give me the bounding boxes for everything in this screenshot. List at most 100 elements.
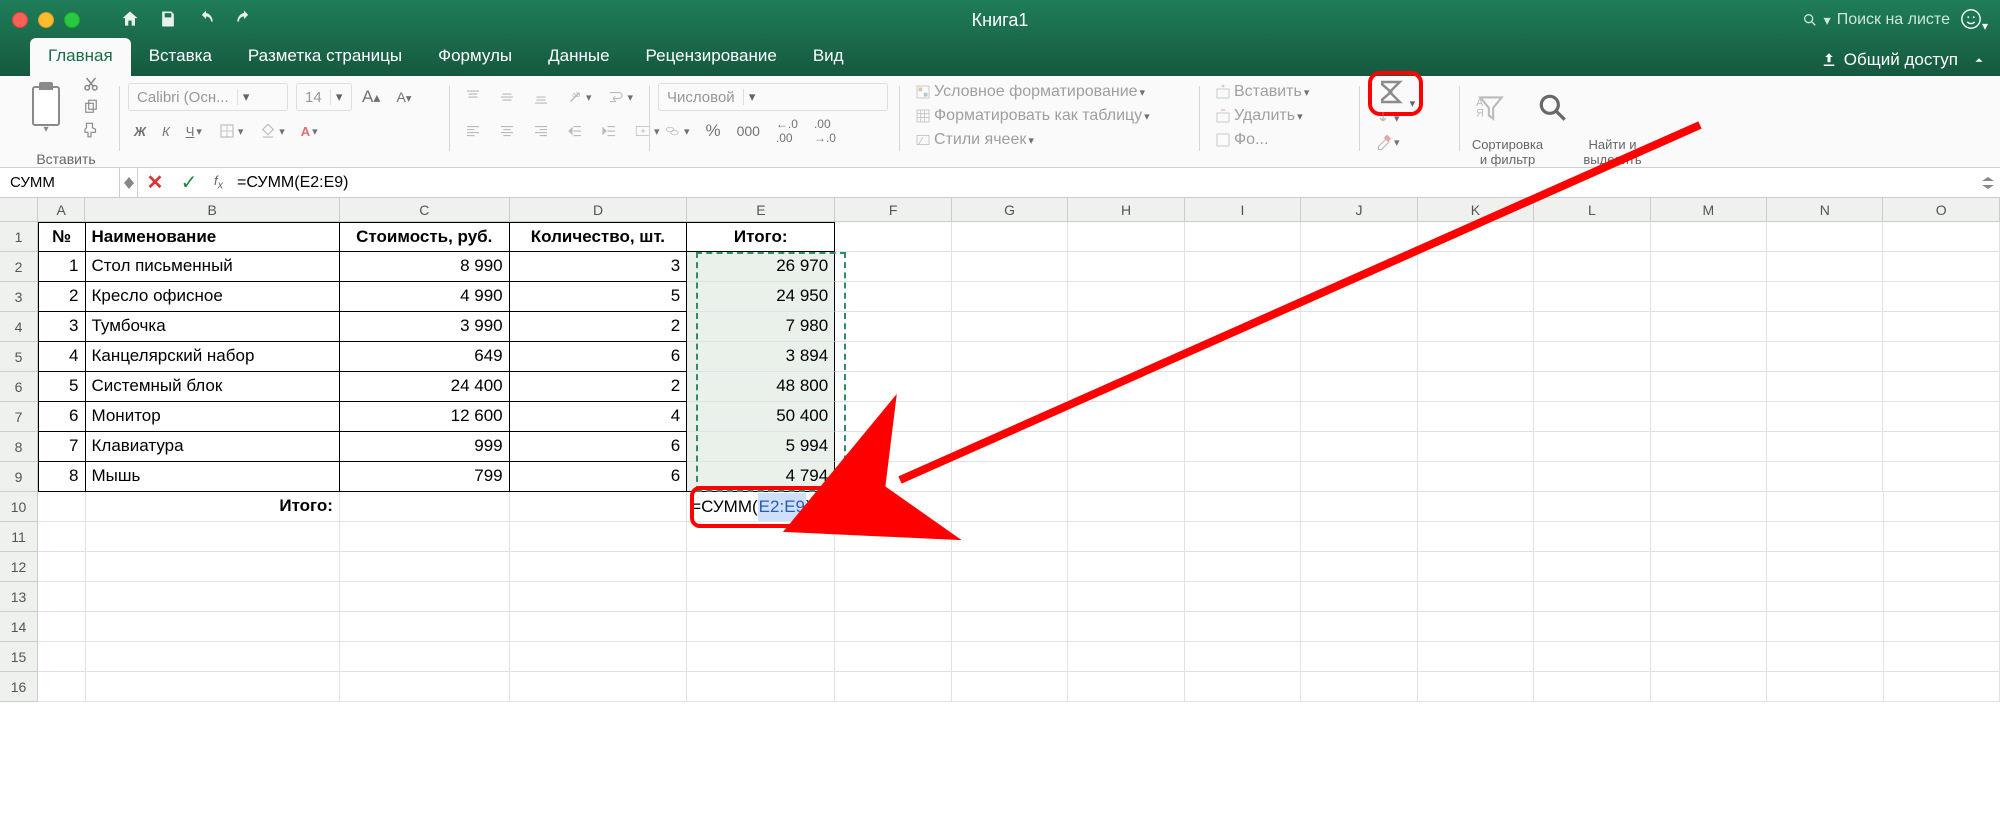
cell[interactable]	[1534, 372, 1650, 402]
cell[interactable]	[1418, 522, 1534, 552]
cell[interactable]	[1767, 552, 1883, 582]
cell[interactable]	[1068, 282, 1184, 312]
cell[interactable]	[1301, 642, 1417, 672]
cell[interactable]	[38, 672, 86, 702]
close-window-icon[interactable]	[12, 12, 28, 28]
cell[interactable]	[687, 582, 835, 612]
cell[interactable]	[1185, 312, 1301, 342]
cell[interactable]	[1185, 372, 1301, 402]
cell-cost[interactable]: 4 990	[340, 282, 510, 312]
cell[interactable]	[952, 672, 1068, 702]
cell-total[interactable]: 4 794	[687, 462, 835, 492]
redo-icon[interactable]	[234, 9, 254, 32]
cell[interactable]	[1883, 252, 1999, 282]
cell[interactable]	[1534, 342, 1650, 372]
sheet-search[interactable]: ▾ Поиск на листе	[1802, 11, 1950, 29]
col-header-H[interactable]: H	[1068, 198, 1184, 221]
cell[interactable]	[1418, 582, 1534, 612]
bold-button[interactable]: Ж	[128, 121, 152, 142]
cell[interactable]	[1418, 552, 1534, 582]
cell-qty[interactable]: 2	[510, 372, 688, 402]
cell[interactable]	[86, 582, 340, 612]
row-header-12[interactable]: 12	[0, 552, 37, 582]
cell[interactable]	[952, 642, 1068, 672]
cell-name[interactable]: Канцелярский набор	[86, 342, 340, 372]
cell[interactable]	[1884, 672, 2000, 702]
cell[interactable]	[835, 492, 951, 522]
cell[interactable]	[835, 642, 951, 672]
cell[interactable]	[1068, 612, 1184, 642]
percent-icon[interactable]: %	[699, 118, 726, 144]
cell[interactable]	[1185, 612, 1301, 642]
cell[interactable]	[1651, 642, 1767, 672]
align-right-icon[interactable]	[526, 119, 556, 143]
cell[interactable]	[510, 642, 688, 672]
cell[interactable]	[1651, 522, 1767, 552]
cell[interactable]	[1301, 312, 1417, 342]
cell[interactable]	[1767, 432, 1883, 462]
decrease-indent-icon[interactable]	[560, 119, 590, 143]
row-header-5[interactable]: 5	[0, 342, 37, 372]
cell[interactable]	[1883, 222, 1999, 252]
cell[interactable]	[952, 552, 1068, 582]
row-header-10[interactable]: 10	[0, 492, 37, 522]
cell[interactable]	[687, 672, 835, 702]
cell-name[interactable]: Кресло офисное	[86, 282, 340, 312]
cell[interactable]	[835, 672, 951, 702]
save-icon[interactable]	[158, 9, 178, 32]
cell-qty[interactable]: 6	[510, 342, 688, 372]
cell[interactable]	[86, 552, 340, 582]
cell[interactable]	[952, 222, 1068, 252]
number-format-select[interactable]: Числовой▾	[658, 83, 888, 111]
cell[interactable]	[952, 582, 1068, 612]
format-as-table-button[interactable]: Форматировать как таблицу▾	[908, 104, 1156, 128]
cell[interactable]	[510, 672, 688, 702]
cell[interactable]	[835, 222, 951, 252]
cell[interactable]	[1418, 432, 1534, 462]
header-cost[interactable]: Стоимость, руб.	[340, 222, 510, 252]
cell[interactable]	[1651, 282, 1767, 312]
cell[interactable]	[1185, 222, 1301, 252]
find-select-button[interactable]	[1530, 89, 1576, 127]
fill-button[interactable]: ▾	[1368, 106, 1405, 130]
cell[interactable]	[38, 642, 86, 672]
header-qty[interactable]: Количество, шт.	[510, 222, 688, 252]
cell-num[interactable]: 7	[38, 432, 86, 462]
cell[interactable]	[1301, 222, 1417, 252]
cell[interactable]	[1301, 462, 1417, 492]
cell[interactable]	[510, 582, 688, 612]
cell[interactable]	[1767, 642, 1883, 672]
cell[interactable]	[510, 522, 688, 552]
cell[interactable]	[835, 552, 951, 582]
cancel-formula-icon[interactable]: ✕	[138, 170, 172, 195]
cell[interactable]	[86, 642, 340, 672]
cell[interactable]	[1068, 342, 1184, 372]
cell[interactable]	[1534, 582, 1650, 612]
cell-num[interactable]: 2	[38, 282, 86, 312]
cell[interactable]	[835, 252, 951, 282]
cell[interactable]	[86, 672, 340, 702]
tab-insert[interactable]: Вставка	[131, 38, 230, 76]
cell[interactable]	[1301, 582, 1417, 612]
cell[interactable]	[1883, 342, 1999, 372]
cell[interactable]	[687, 522, 835, 552]
cell[interactable]	[1068, 462, 1184, 492]
cell-total[interactable]: 24 950	[687, 282, 835, 312]
cell[interactable]	[1883, 282, 1999, 312]
cell[interactable]	[340, 552, 510, 582]
cell-cost[interactable]: 8 990	[340, 252, 510, 282]
col-header-O[interactable]: O	[1883, 198, 1999, 221]
cell[interactable]	[510, 492, 688, 522]
col-header-E[interactable]: E	[687, 198, 835, 221]
cell[interactable]	[1651, 612, 1767, 642]
cell[interactable]	[835, 462, 951, 492]
row-header-1[interactable]: 1	[0, 222, 37, 252]
cell-cost[interactable]: 12 600	[340, 402, 510, 432]
cell-name[interactable]: Мышь	[86, 462, 340, 492]
cell[interactable]	[952, 522, 1068, 552]
cell[interactable]	[1884, 552, 2000, 582]
currency-icon[interactable]: ▾	[658, 119, 695, 143]
cell[interactable]	[1068, 432, 1184, 462]
row-header-7[interactable]: 7	[0, 402, 37, 432]
cell-cost[interactable]: 24 400	[340, 372, 510, 402]
